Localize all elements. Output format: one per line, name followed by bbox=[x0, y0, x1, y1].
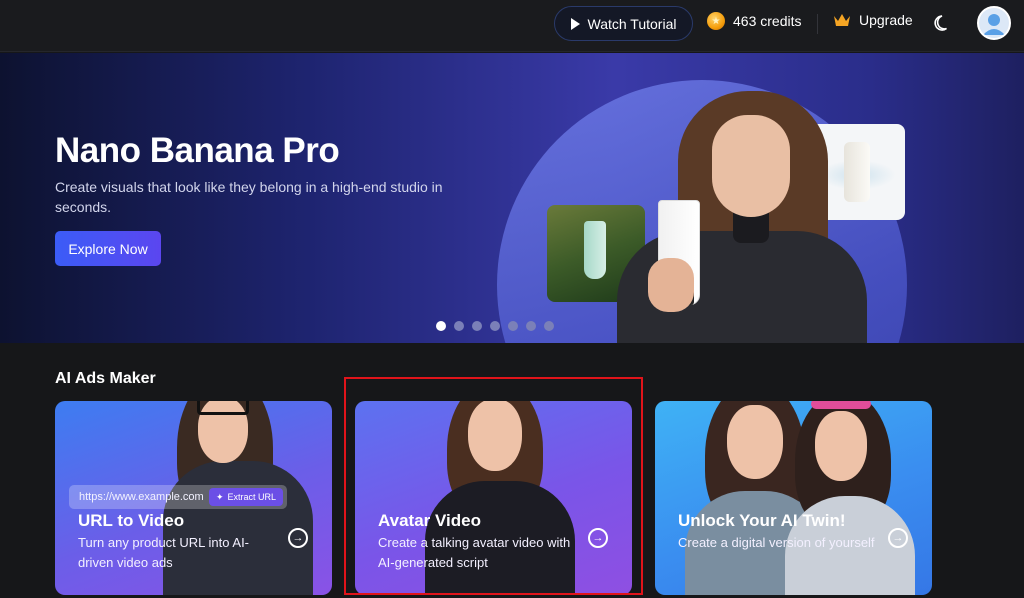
tile-description: Create a talking avatar video with AI-ge… bbox=[378, 535, 571, 570]
extract-url-button[interactable]: ✦ Extract URL bbox=[208, 488, 283, 506]
tile-avatar-video[interactable]: Avatar Video Create a talking avatar vid… bbox=[355, 401, 632, 595]
carousel-dot[interactable] bbox=[490, 321, 500, 331]
play-icon bbox=[570, 17, 580, 30]
moon-icon[interactable] bbox=[933, 13, 953, 33]
user-icon bbox=[979, 8, 1009, 38]
hero-subtitle: Create visuals that look like they belon… bbox=[55, 179, 443, 215]
sparkle-icon: ✦ bbox=[215, 491, 224, 502]
carousel-dot[interactable] bbox=[436, 321, 446, 331]
tile-title: Avatar Video bbox=[378, 511, 481, 530]
hero-banner[interactable]: Nano Banana Pro Create visuals that look… bbox=[0, 53, 1024, 343]
tile-description: Turn any product URL into AI-driven vide… bbox=[78, 535, 250, 570]
credits-label: 463 credits bbox=[733, 13, 802, 29]
arrow-right-icon[interactable]: → bbox=[888, 528, 908, 548]
coin-icon: ★ bbox=[707, 12, 725, 30]
section-title: AI Ads Maker bbox=[55, 370, 156, 387]
watch-tutorial-label: Watch Tutorial bbox=[587, 15, 677, 32]
url-input-text: https://www.example.com bbox=[79, 491, 204, 503]
extract-url-label: Extract URL bbox=[227, 492, 276, 502]
hero-title: Nano Banana Pro bbox=[55, 131, 340, 170]
carousel-dot[interactable] bbox=[454, 321, 464, 331]
tile-url-to-video[interactable]: https://www.example.com ✦ Extract URL UR… bbox=[55, 401, 332, 595]
top-bar: Watch Tutorial ★ 463 credits Upgrade bbox=[0, 0, 1024, 52]
topbar-divider bbox=[817, 14, 818, 34]
credits-indicator[interactable]: ★ 463 credits bbox=[707, 12, 801, 30]
tile-title: Unlock Your AI Twin! bbox=[678, 511, 846, 530]
watch-tutorial-button[interactable]: Watch Tutorial bbox=[554, 6, 693, 41]
tile-description: Create a digital version of yourself bbox=[678, 535, 875, 550]
upgrade-label: Upgrade bbox=[859, 12, 913, 28]
carousel-dot[interactable] bbox=[508, 321, 518, 331]
tile-ai-twin[interactable]: Unlock Your AI Twin! Create a digital ve… bbox=[655, 401, 932, 595]
crown-icon bbox=[834, 14, 850, 26]
carousel-dots bbox=[436, 321, 554, 331]
url-input[interactable]: https://www.example.com ✦ Extract URL bbox=[69, 485, 287, 509]
arrow-right-icon[interactable]: → bbox=[588, 528, 608, 548]
carousel-dot[interactable] bbox=[544, 321, 554, 331]
user-avatar[interactable] bbox=[977, 6, 1011, 40]
arrow-right-icon[interactable]: → bbox=[288, 528, 308, 548]
explore-now-button[interactable]: Explore Now bbox=[55, 231, 161, 266]
tile-title: URL to Video bbox=[78, 511, 185, 530]
carousel-dot[interactable] bbox=[526, 321, 536, 331]
upgrade-button[interactable]: Upgrade bbox=[833, 12, 913, 28]
carousel-dot[interactable] bbox=[472, 321, 482, 331]
